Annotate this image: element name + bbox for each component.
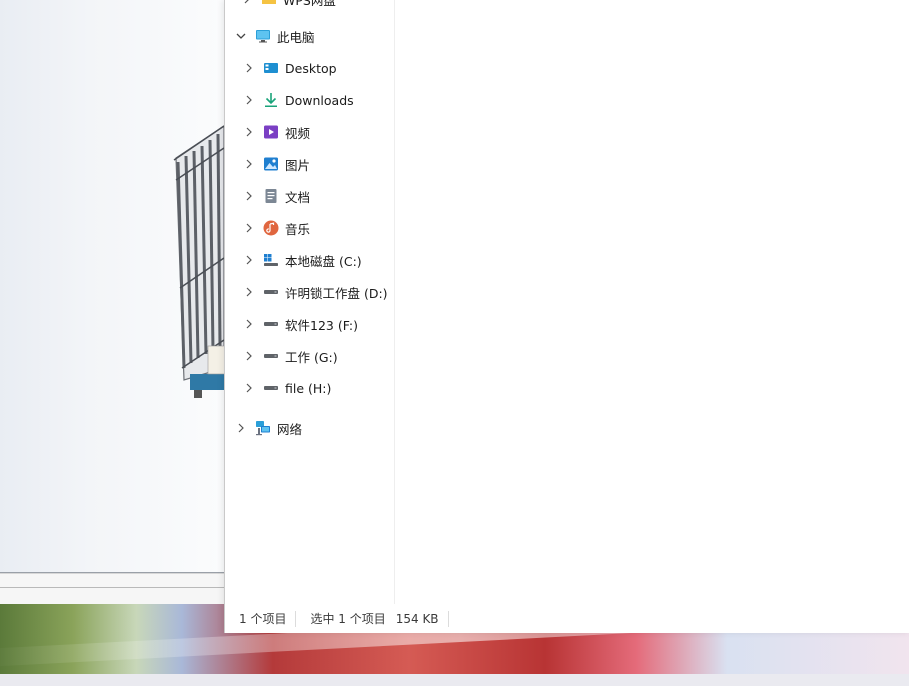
status-item-count: 1 个项目 bbox=[239, 612, 287, 626]
navigation-pane[interactable]: WPS网盘 此电脑 Desktop Downloads 视频 图片 文档 音乐 … bbox=[225, 0, 395, 604]
tree-item-drive-g[interactable]: 工作 (G:) bbox=[241, 341, 338, 371]
tree-item-label: 工作 (G:) bbox=[285, 349, 338, 365]
chevron-right-icon[interactable] bbox=[241, 92, 257, 108]
chevron-right-icon[interactable] bbox=[241, 60, 257, 76]
tree-item-drive-h[interactable]: file (H:) bbox=[241, 373, 331, 403]
chevron-right-icon[interactable] bbox=[241, 156, 257, 172]
music-icon bbox=[263, 220, 279, 236]
chevron-right-icon[interactable] bbox=[241, 316, 257, 332]
tree-item-videos[interactable]: 视频 bbox=[241, 117, 310, 147]
tree-item-label: Downloads bbox=[285, 92, 354, 108]
tree-item-drive-c[interactable]: 本地磁盘 (C:) bbox=[241, 245, 362, 275]
tree-item-drive-f[interactable]: 软件123 (F:) bbox=[241, 309, 358, 339]
tree-item-label: 视频 bbox=[285, 125, 311, 141]
windows-drive-icon bbox=[263, 252, 279, 268]
tree-item-label: 此电脑 bbox=[277, 29, 315, 45]
drive-icon bbox=[263, 348, 279, 364]
tree-item-label: 本地磁盘 (C:) bbox=[285, 253, 362, 269]
tree-item-label: 音乐 bbox=[285, 221, 311, 237]
tree-item-pictures[interactable]: 图片 bbox=[241, 149, 310, 179]
tree-item-music[interactable]: 音乐 bbox=[241, 213, 310, 243]
cad-viewport bbox=[0, 0, 227, 572]
chevron-right-icon[interactable] bbox=[239, 0, 255, 7]
tree-item-label: 网络 bbox=[277, 421, 303, 437]
tree-item-label: 许明锁工作盘 (D:) bbox=[285, 285, 388, 301]
status-selected: 选中 1 个项目 bbox=[310, 612, 386, 626]
chevron-right-icon[interactable] bbox=[241, 124, 257, 140]
tree-item-label: 文档 bbox=[285, 189, 311, 205]
status-divider bbox=[447, 610, 449, 627]
pictures-icon bbox=[263, 156, 279, 172]
tree-item-this-pc[interactable]: 此电脑 bbox=[233, 21, 315, 51]
file-explorer-window: WPS网盘 此电脑 Desktop Downloads 视频 图片 文档 音乐 … bbox=[224, 0, 909, 633]
drive-icon bbox=[263, 284, 279, 300]
chevron-down-icon[interactable] bbox=[233, 28, 249, 44]
taskbar-edge bbox=[0, 674, 909, 686]
status-size: 154 KB bbox=[395, 611, 439, 626]
status-bar: 1 个项目 选中 1 个项目 154 KB bbox=[225, 604, 909, 633]
tree-item-desktop[interactable]: Desktop bbox=[241, 53, 337, 83]
chevron-right-icon[interactable] bbox=[241, 220, 257, 236]
tree-item-label: 软件123 (F:) bbox=[285, 317, 359, 333]
chevron-right-icon[interactable] bbox=[241, 188, 257, 204]
tree-item-label: WPS网盘 bbox=[283, 0, 336, 8]
drive-icon bbox=[263, 380, 279, 396]
chevron-right-icon[interactable] bbox=[233, 420, 249, 436]
tree-item-wps-cloud[interactable]: WPS网盘 bbox=[239, 0, 336, 14]
chevron-right-icon[interactable] bbox=[241, 380, 257, 396]
tree-item-network[interactable]: 网络 bbox=[233, 413, 302, 443]
status-divider bbox=[295, 610, 297, 627]
tree-item-label: 图片 bbox=[285, 157, 311, 173]
video-icon bbox=[263, 124, 279, 140]
chevron-right-icon[interactable] bbox=[241, 284, 257, 300]
tree-item-label: file (H:) bbox=[285, 380, 332, 396]
file-list-pane[interactable] bbox=[395, 0, 909, 604]
document-icon bbox=[263, 188, 279, 204]
monitor-icon bbox=[255, 28, 271, 44]
tree-item-drive-d[interactable]: 许明锁工作盘 (D:) bbox=[241, 277, 388, 307]
chevron-right-icon[interactable] bbox=[241, 252, 257, 268]
drive-icon bbox=[263, 316, 279, 332]
cad-status-area bbox=[0, 573, 224, 605]
tree-item-label: Desktop bbox=[285, 60, 337, 76]
network-icon bbox=[255, 420, 271, 436]
cage-model-drawing bbox=[173, 124, 227, 398]
chevron-right-icon[interactable] bbox=[241, 348, 257, 364]
folder-icon bbox=[261, 0, 277, 7]
download-icon bbox=[263, 92, 279, 108]
tree-item-downloads[interactable]: Downloads bbox=[241, 85, 354, 115]
desktop-icon bbox=[263, 60, 279, 76]
tree-item-documents[interactable]: 文档 bbox=[241, 181, 310, 211]
